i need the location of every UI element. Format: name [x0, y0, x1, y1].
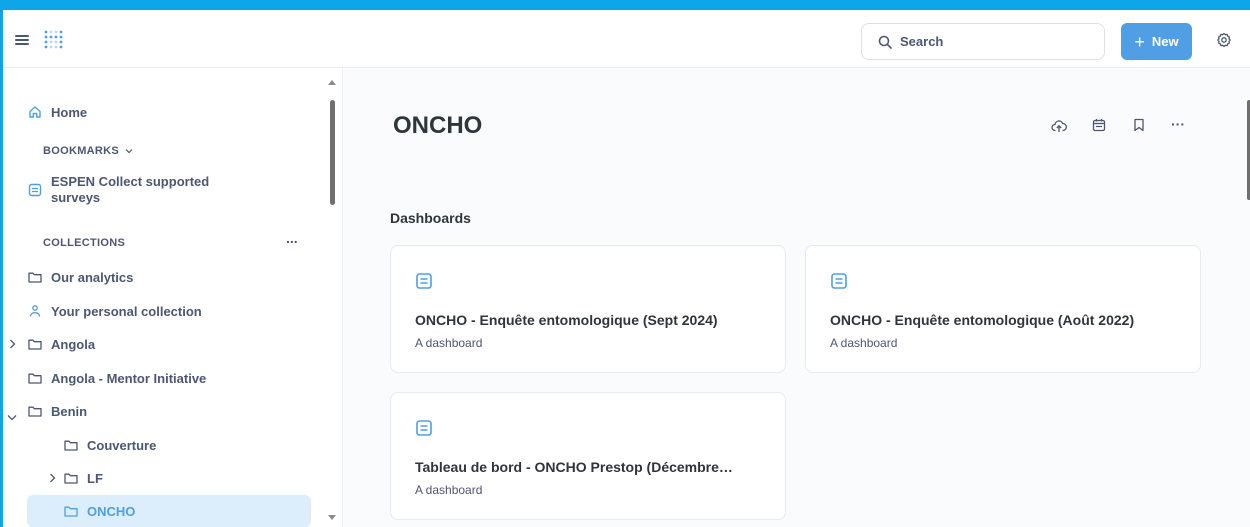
section-heading-dashboards: Dashboards — [390, 210, 471, 226]
sidebar-item-label: Angola - Mentor Initiative — [51, 370, 207, 386]
folder-icon — [63, 437, 79, 453]
person-icon — [27, 303, 43, 319]
dashboard-card[interactable]: Tableau de bord - ONCHO Prestop (Décembr… — [390, 392, 786, 520]
sidebar-item-label: LF — [87, 470, 103, 486]
card-subtitle: A dashboard — [415, 336, 483, 350]
sidebar-bookmark-espen[interactable]: ESPEN Collect supported surveys — [27, 173, 209, 211]
sidebar-item-lf[interactable]: LF — [63, 462, 103, 494]
search-icon — [878, 35, 892, 49]
sidebar-item-label: ONCHO — [87, 503, 136, 519]
sidebar-item-label: Home — [51, 104, 88, 120]
folder-icon — [27, 336, 43, 352]
dashboard-card[interactable]: ONCHO - Enquête entomologique (Août 2022… — [805, 245, 1201, 373]
new-button[interactable]: + New — [1121, 23, 1192, 60]
more-options-icon[interactable]: ··· — [1171, 116, 1185, 132]
dashboard-icon — [27, 182, 43, 198]
collections-more-icon[interactable]: ... — [286, 230, 298, 246]
sidebar-item-label: Benin — [51, 403, 88, 419]
sidebar-item-our-analytics[interactable]: Our analytics — [27, 261, 133, 293]
home-icon — [27, 104, 43, 120]
folder-icon — [63, 503, 79, 519]
sidebar-item-label: Your personal collection — [51, 303, 202, 319]
dashboard-icon — [415, 272, 433, 295]
bookmark-label-line1: ESPEN Collect supported — [51, 174, 210, 189]
upload-icon[interactable] — [1051, 118, 1067, 139]
new-button-label: New — [1151, 34, 1179, 49]
dashboard-card[interactable]: ONCHO - Enquête entomologique (Sept 2024… — [390, 245, 786, 373]
sidebar-item-oncho[interactable]: ONCHO — [63, 495, 135, 527]
sidebar-item-angola[interactable]: Angola — [27, 328, 95, 360]
sidebar-item-couverture[interactable]: Couverture — [63, 429, 156, 461]
metabase-logo[interactable] — [43, 28, 65, 54]
folder-icon — [27, 269, 43, 285]
sidebar-scrollbar[interactable] — [330, 100, 335, 205]
bookmarks-label: BOOKMARKS — [43, 145, 120, 157]
sidebar: Home BOOKMARKS ESPEN Collect supported s… — [3, 68, 343, 527]
scroll-down-arrow[interactable] — [328, 515, 336, 520]
plus-icon: + — [1134, 31, 1145, 52]
chevron-down-icon[interactable] — [7, 408, 17, 426]
gear-icon[interactable] — [1216, 32, 1232, 53]
sidebar-item-label: Our analytics — [51, 269, 134, 285]
sidebar-item-personal-collection[interactable]: Your personal collection — [27, 295, 202, 327]
sidebar-item-label: Angola — [51, 336, 96, 352]
folder-icon — [27, 370, 43, 386]
search-bar[interactable]: Search — [861, 23, 1105, 60]
app-window: Search + New Home BOOKMARKS ESPEN Collec… — [0, 0, 1250, 527]
collections-label: COLLECTIONS — [43, 237, 126, 249]
card-subtitle: A dashboard — [415, 483, 483, 497]
chevron-right-icon[interactable] — [9, 336, 16, 354]
sidebar-item-home[interactable]: Home — [27, 96, 87, 128]
chevron-down-icon — [125, 149, 133, 154]
top-bar: Search + New — [3, 10, 1250, 68]
card-title: ONCHO - Enquête entomologique (Sept 2024… — [415, 312, 718, 328]
sidebar-item-benin[interactable]: Benin — [27, 395, 87, 427]
bookmark-icon[interactable] — [1133, 118, 1145, 137]
sidebar-item-angola-mentor[interactable]: Angola - Mentor Initiative — [27, 362, 206, 394]
dashboard-icon — [830, 272, 848, 295]
page-title: ONCHO — [393, 112, 483, 139]
folder-icon — [27, 403, 43, 419]
card-subtitle: A dashboard — [830, 336, 898, 350]
card-title: Tableau de bord - ONCHO Prestop (Décembr… — [415, 459, 733, 475]
folder-icon — [63, 470, 79, 486]
bookmarks-section-label[interactable]: BOOKMARKS — [43, 145, 133, 157]
bookmark-label-line2: surveys — [51, 190, 101, 205]
sidebar-item-label: Couverture — [87, 437, 157, 453]
scroll-up-arrow[interactable] — [328, 80, 336, 85]
main-content: ONCHO ··· Dashboards ONCHO - Enquête ent… — [343, 68, 1250, 527]
collections-section-label: COLLECTIONS — [43, 237, 125, 249]
dashboard-icon — [415, 419, 433, 442]
calendar-icon[interactable] — [1092, 118, 1106, 137]
card-title: ONCHO - Enquête entomologique (Août 2022… — [830, 312, 1135, 328]
search-label: Search — [900, 34, 944, 49]
chevron-right-icon[interactable] — [49, 470, 56, 488]
menu-icon[interactable] — [15, 35, 29, 45]
